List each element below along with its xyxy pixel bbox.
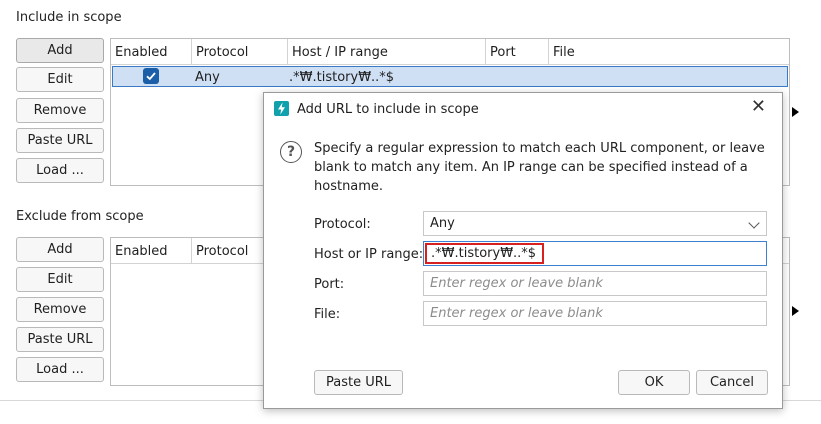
include-edit-button[interactable]: Edit [16,67,104,92]
dialog-description: Specify a regular expression to match ea… [314,141,765,194]
close-icon[interactable]: ✕ [751,98,766,116]
protocol-select[interactable]: Any [423,211,767,236]
cancel-button[interactable]: Cancel [696,370,768,395]
check-icon[interactable] [143,68,159,84]
col-protocol[interactable]: Protocol [191,39,287,65]
include-remove-button[interactable]: Remove [16,98,104,123]
chevron-down-icon [748,217,760,229]
file-input[interactable]: Enter regex or leave blank [423,301,767,326]
include-scope-title: Include in scope [16,10,122,25]
paste-url-button[interactable]: Paste URL [314,370,403,395]
include-add-button[interactable]: Add [16,38,104,63]
row-host: .*₩.tistory₩..*$ [289,69,395,85]
col-enabled[interactable]: Enabled [111,39,191,65]
protocol-value: Any [430,216,455,231]
file-placeholder: Enter regex or leave blank [430,306,603,321]
include-paste-url-button[interactable]: Paste URL [16,128,104,153]
host-input[interactable]: .*₩.tistory₩..*$ [423,241,767,266]
port-input[interactable]: Enter regex or leave blank [423,271,767,296]
col-port[interactable]: Port [485,39,548,65]
host-value: .*₩.tistory₩..*$ [425,243,545,264]
row-protocol: Any [195,69,220,85]
lightning-icon [274,101,289,116]
col-host[interactable]: Host / IP range [287,39,485,65]
col-file[interactable]: File [548,39,788,65]
include-table-header: Enabled Protocol Host / IP range Port Fi… [111,39,789,65]
exclude-paste-url-button[interactable]: Paste URL [16,327,104,352]
port-label: Port: [314,277,345,292]
exclude-load-button[interactable]: Load ... [16,357,104,382]
port-placeholder: Enter regex or leave blank [430,276,603,291]
exclude-scope-title: Exclude from scope [16,209,144,224]
ok-button[interactable]: OK [618,370,690,395]
host-label: Host or IP range: [314,247,424,262]
question-icon: ? [280,141,302,163]
scroll-right-icon[interactable] [792,306,799,316]
exclude-edit-button[interactable]: Edit [16,267,104,292]
exclude-remove-button[interactable]: Remove [16,297,104,322]
scroll-right-icon[interactable] [792,107,799,117]
protocol-label: Protocol: [314,217,371,232]
include-load-button[interactable]: Load ... [16,158,104,183]
file-label: File: [314,307,341,322]
dialog-title: Add URL to include in scope [297,102,479,117]
add-url-dialog[interactable]: Add URL to include in scope ✕ ? Specify … [263,92,783,409]
col-enabled[interactable]: Enabled [111,238,191,264]
exclude-add-button[interactable]: Add [16,237,104,262]
